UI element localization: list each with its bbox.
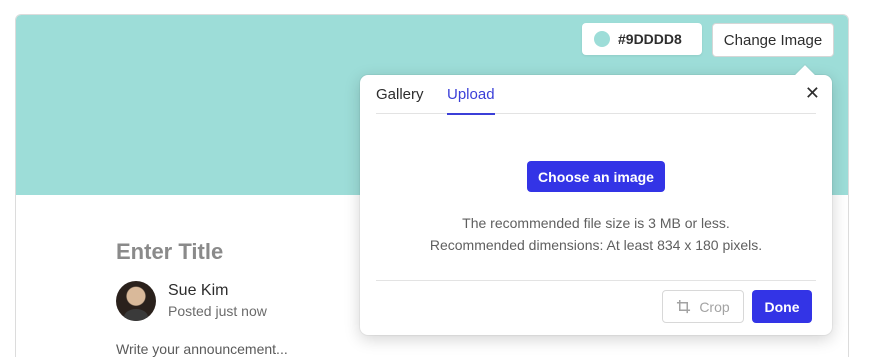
change-image-button[interactable]: Change Image xyxy=(712,23,834,57)
crop-button[interactable]: Crop xyxy=(662,290,744,323)
author-name: Sue Kim xyxy=(168,282,229,299)
post-title-input[interactable]: Enter Title xyxy=(116,239,223,265)
crop-label: Crop xyxy=(699,298,730,315)
image-picker-tabs: Gallery Upload xyxy=(376,75,816,115)
file-size-hint: The recommended file size is 3 MB or les… xyxy=(462,215,730,231)
dimensions-hint: Recommended dimensions: At least 834 x 1… xyxy=(429,237,763,253)
cover-color-chip[interactable]: #9DDDD8 xyxy=(582,23,702,55)
crop-icon xyxy=(677,299,691,314)
avatar xyxy=(116,281,156,321)
close-icon[interactable]: ✕ xyxy=(805,83,820,104)
popover-divider xyxy=(376,280,816,281)
color-hex-value: #9DDDD8 xyxy=(618,31,682,47)
announcement-body-input[interactable]: Write your announcement... xyxy=(116,341,288,357)
image-picker-popover: Gallery Upload ✕ Choose an image The rec… xyxy=(360,65,832,335)
post-timestamp: Posted just now xyxy=(168,303,267,319)
tab-upload[interactable]: Upload xyxy=(447,86,495,115)
color-swatch xyxy=(594,31,610,47)
choose-image-button[interactable]: Choose an image xyxy=(527,161,665,192)
tab-gallery[interactable]: Gallery xyxy=(376,86,424,113)
done-button[interactable]: Done xyxy=(752,290,812,323)
